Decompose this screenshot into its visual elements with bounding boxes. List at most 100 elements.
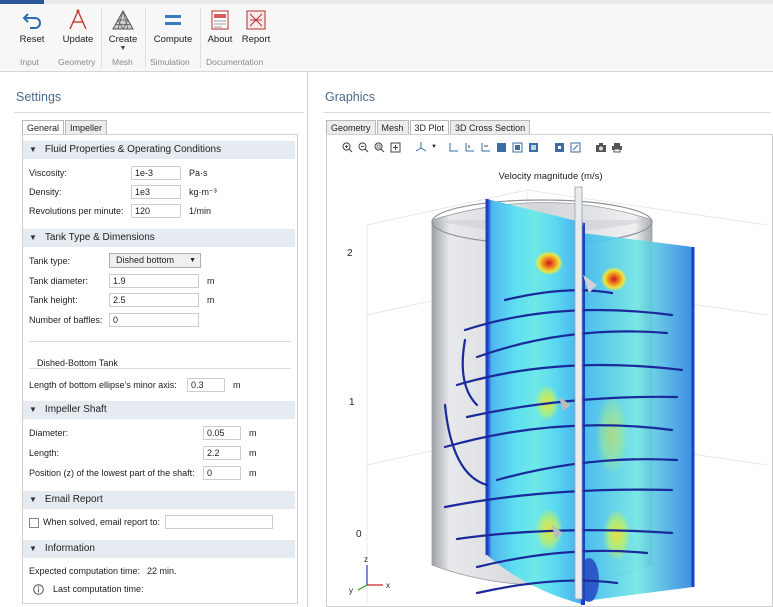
shaft-position-field[interactable]: 0 [203, 466, 241, 480]
shaft-position-unit: m [249, 468, 257, 478]
mesh-create-icon [112, 10, 134, 30]
section-fluid-title: Fluid Properties & Operating Conditions [44, 144, 222, 155]
shaft-position-label: Position (z) of the lowest part of the s… [29, 468, 195, 478]
density-unit: kg·m⁻³ [189, 187, 217, 197]
tab-impeller[interactable]: Impeller [65, 120, 108, 134]
expected-time-label: Expected computation time: [29, 566, 141, 576]
density-field[interactable]: 1e3 [131, 185, 181, 199]
section-email-title: Email Report [44, 494, 103, 505]
velocity-warm-region [596, 395, 628, 475]
axis-z-label: z [364, 555, 368, 564]
axis-x-label: x [386, 581, 390, 590]
group-label-geometry: Geometry [58, 57, 96, 67]
velocity-warm-region [603, 509, 631, 561]
tab-geometry[interactable]: Geometry [326, 120, 376, 134]
rpm-field[interactable]: 120 [131, 204, 181, 218]
axis-triad: z x y [349, 555, 390, 595]
dished-bottom-subheader: Dished-Bottom Tank [37, 358, 118, 368]
group-label-input: Input [20, 57, 39, 67]
create-mesh-button[interactable]: Create ▼ [106, 8, 140, 52]
impeller-shaft [574, 186, 583, 600]
report-button[interactable]: Report [240, 8, 272, 52]
settings-panel: Settings General Impeller ▼ Fluid Propert… [0, 72, 308, 607]
velocity-hotspot [601, 267, 627, 291]
about-label: About [207, 34, 233, 45]
section-email-header[interactable]: ▼ Email Report [23, 491, 295, 509]
axis-y-label: y [349, 586, 353, 595]
viscosity-unit: Pa·s [189, 168, 208, 178]
section-tank-title: Tank Type & Dimensions [44, 232, 155, 243]
collapse-triangle-icon: ▼ [29, 495, 37, 504]
tab-general[interactable]: General [22, 120, 65, 134]
chevron-down-icon: ▼ [189, 257, 196, 264]
tank-type-select[interactable]: Dished bottom ▼ [109, 253, 201, 268]
tank-type-label: Tank type: [29, 256, 71, 266]
z-tick-label: 2 [347, 248, 353, 259]
group-label-documentation: Documentation [206, 57, 264, 67]
shaft-length-label: Length: [29, 448, 60, 458]
collapse-triangle-icon: ▼ [29, 145, 37, 154]
tank-diameter-label: Tank diameter: [29, 276, 89, 286]
collapse-triangle-icon: ▼ [29, 544, 37, 553]
subsection-divider [29, 368, 291, 369]
email-report-checkbox[interactable] [29, 518, 39, 528]
tab-3d-plot[interactable]: 3D Plot [409, 120, 450, 134]
settings-tabs: General Impeller [22, 120, 108, 134]
report-icon [246, 10, 266, 30]
tab-mesh[interactable]: Mesh [376, 120, 409, 134]
title-divider [14, 112, 304, 113]
create-label: Create [108, 34, 138, 45]
velocity-hotspot [535, 251, 563, 275]
reset-button[interactable]: Reset [14, 8, 50, 52]
email-address-field[interactable] [165, 515, 273, 529]
collapse-triangle-icon: ▼ [29, 233, 37, 242]
section-shaft-header[interactable]: ▼ Impeller Shaft [23, 401, 295, 419]
graphics-tabs: Geometry Mesh 3D Plot 3D Cross Section [326, 120, 531, 134]
baffles-field[interactable]: 0 [109, 313, 199, 327]
about-button[interactable]: About [205, 8, 235, 52]
ellipse-axis-label: Length of bottom ellipse's minor axis: [29, 380, 177, 390]
update-label: Update [62, 34, 94, 45]
about-icon [211, 10, 229, 30]
baffles-label: Number of baffles: [29, 315, 103, 325]
shaft-length-unit: m [249, 448, 257, 458]
graphics-canvas-frame: ▼ Velocity magnitude (m/s) 2 1 0 z x y [326, 134, 773, 607]
settings-title: Settings [16, 90, 62, 104]
tank-height-field[interactable]: 2.5 [109, 293, 199, 307]
ellipse-axis-unit: m [233, 380, 241, 390]
shaft-diameter-field[interactable]: 0.05 [203, 426, 241, 440]
section-info-header[interactable]: ▼ Information [23, 540, 295, 558]
update-button[interactable]: Update [58, 8, 98, 52]
tank-type-value: Dished bottom [116, 255, 175, 265]
ribbon-separator [145, 8, 146, 68]
ribbon-separator [101, 8, 102, 68]
ribbon-separator [200, 8, 201, 68]
report-label: Report [241, 34, 271, 45]
expected-time-value: 22 min. [147, 566, 177, 576]
ellipse-axis-field[interactable]: 0.3 [187, 378, 225, 392]
section-tank-header[interactable]: ▼ Tank Type & Dimensions [23, 229, 295, 247]
rpm-label: Revolutions per minute: [29, 206, 124, 216]
group-label-mesh: Mesh [112, 57, 133, 67]
last-time-label: Last computation time: [53, 584, 144, 594]
tank-height-unit: m [207, 295, 215, 305]
update-icon [69, 9, 87, 30]
velocity-3d-plot[interactable]: 2 1 0 z x y [327, 135, 772, 606]
tank-diameter-field[interactable]: 1.9 [109, 274, 199, 288]
section-fluid-header[interactable]: ▼ Fluid Properties & Operating Conditions [23, 141, 295, 159]
reset-icon [22, 13, 41, 29]
tab-3d-cross-section[interactable]: 3D Cross Section [450, 120, 531, 134]
settings-form: ▼ Fluid Properties & Operating Conditions… [22, 134, 298, 604]
shaft-diameter-label: Diameter: [29, 428, 69, 438]
create-dropdown-caret-icon[interactable]: ▼ [106, 45, 140, 52]
tank-height-label: Tank height: [29, 295, 78, 305]
shaft-length-field[interactable]: 2.2 [203, 446, 241, 460]
info-icon [33, 584, 44, 595]
title-divider [323, 112, 771, 113]
compute-button[interactable]: Compute [150, 8, 196, 52]
viscosity-field[interactable]: 1e-3 [131, 166, 181, 180]
graphics-panel: Graphics Geometry Mesh 3D Plot 3D Cross … [309, 72, 773, 607]
group-label-simulation: Simulation [150, 57, 190, 67]
collapse-triangle-icon: ▼ [29, 405, 37, 414]
tank-diameter-unit: m [207, 276, 215, 286]
